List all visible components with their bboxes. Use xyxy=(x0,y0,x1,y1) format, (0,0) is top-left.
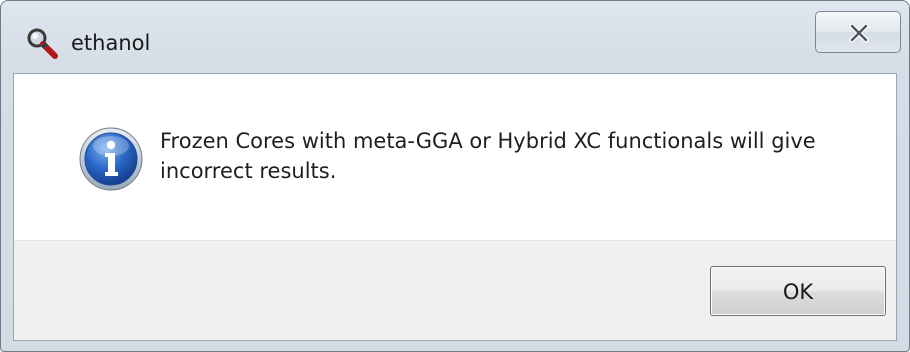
close-button[interactable] xyxy=(815,11,901,53)
message-text: Frozen Cores with meta-GGA or Hybrid XC … xyxy=(160,129,816,183)
button-bar: OK xyxy=(14,240,896,340)
dialog-content: Frozen Cores with meta-GGA or Hybrid XC … xyxy=(13,73,897,341)
close-icon xyxy=(849,23,869,43)
message-dialog: ethanol Frozen Cores with meta-GGA or Hy… xyxy=(0,0,910,352)
info-icon xyxy=(78,126,144,192)
magnifier-icon xyxy=(25,27,61,61)
message-area: Frozen Cores with meta-GGA or Hybrid XC … xyxy=(14,74,896,242)
window-title: ethanol xyxy=(71,31,151,55)
title-bar[interactable]: ethanol xyxy=(1,1,909,73)
ok-button[interactable]: OK xyxy=(710,266,886,316)
